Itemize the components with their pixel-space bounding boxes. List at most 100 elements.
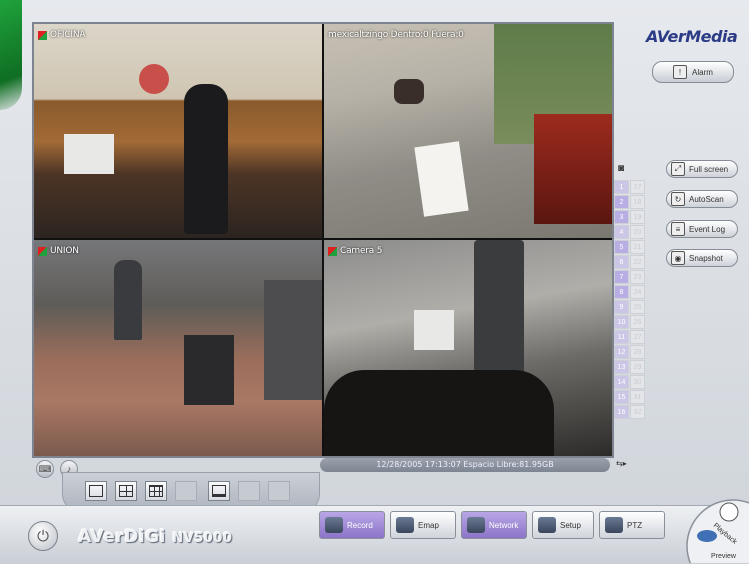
emap-button[interactable]: Emap — [390, 511, 456, 539]
channel-3-button[interactable]: 3 — [614, 210, 629, 224]
camera-view-oficina[interactable]: OFICINA — [34, 24, 322, 238]
channel-17-button[interactable]: 17 — [630, 180, 645, 194]
foam-object — [324, 370, 554, 456]
channel-12-button[interactable]: 12 — [614, 345, 629, 359]
playback-preview-switch[interactable]: Playback Preview — [683, 484, 749, 563]
alarm-icon: ! — [673, 65, 688, 79]
power-icon: ⏻ — [37, 527, 49, 545]
channel-2-button[interactable]: 2 — [614, 195, 629, 209]
ptz-icon — [605, 517, 623, 533]
setup-icon — [538, 517, 556, 533]
channel-5-button[interactable]: 5 — [614, 240, 629, 254]
layout-pip-button[interactable] — [208, 481, 230, 501]
motorcycle — [394, 79, 424, 104]
chair-object — [184, 335, 234, 405]
product-name: AVerDiGi — [78, 527, 166, 547]
person-silhouette — [184, 84, 228, 234]
event-log-icon: ≡ — [671, 222, 685, 236]
camera-status-icon — [328, 246, 337, 256]
layout-1-button[interactable] — [85, 481, 107, 501]
autoscan-label: AutoScan — [689, 194, 724, 204]
full-screen-button[interactable]: ⤢ Full screen — [666, 160, 738, 178]
ptz-label: PTZ — [627, 520, 643, 530]
power-button[interactable]: ⏻ — [28, 521, 58, 551]
channel-13-button[interactable]: 13 — [614, 360, 629, 374]
channel-11-button[interactable]: 11 — [614, 330, 629, 344]
channel-23-button[interactable]: 23 — [630, 270, 645, 284]
channel-8-button[interactable]: 8 — [614, 285, 629, 299]
layout-pip-icon — [212, 485, 226, 497]
layout-13-button[interactable] — [238, 481, 260, 501]
channel-10-button[interactable]: 10 — [614, 315, 629, 329]
record-label: Record — [347, 520, 373, 530]
channel-22-button[interactable]: 22 — [630, 255, 645, 269]
channel-29-button[interactable]: 29 — [630, 360, 645, 374]
full-screen-icon: ⤢ — [671, 162, 685, 176]
emap-icon — [396, 517, 414, 533]
snapshot-button[interactable]: ◉ Snapshot — [666, 249, 738, 267]
paper-object — [414, 310, 454, 350]
camera-view-mexicaltzingo[interactable]: mexicaltzingo Dentro:0 Fuera:0 — [324, 24, 612, 238]
channel-16-button[interactable]: 16 — [614, 405, 629, 419]
channel-21-button[interactable]: 21 — [630, 240, 645, 254]
video-grid: OFICINA mexicaltzingo Dentro:0 Fuera:0 U… — [32, 22, 614, 458]
camera-view-union[interactable]: UNION — [34, 240, 322, 456]
channel-4-button[interactable]: 4 — [614, 225, 629, 239]
channel-20-button[interactable]: 20 — [630, 225, 645, 239]
film-reel-icon — [719, 502, 739, 522]
event-log-button[interactable]: ≡ Event Log — [666, 220, 738, 238]
layout-quad-icon — [119, 485, 133, 497]
camera-view-camera-5[interactable]: Camera 5 — [324, 240, 612, 456]
network-label: Network — [489, 520, 519, 530]
channel-27-button[interactable]: 27 — [630, 330, 645, 344]
channel-19-button[interactable]: 19 — [630, 210, 645, 224]
ptz-button[interactable]: PTZ — [599, 511, 665, 539]
camera-icon: ◙ — [618, 163, 625, 174]
setup-button[interactable]: Setup — [532, 511, 594, 539]
alarm-label: Alarm — [692, 67, 713, 77]
snapshot-icon: ◉ — [671, 251, 685, 265]
channel-24-button[interactable]: 24 — [630, 285, 645, 299]
event-log-label: Event Log — [689, 224, 726, 234]
layout-nine-icon — [149, 485, 163, 497]
channel-14-button[interactable]: 14 — [614, 375, 629, 389]
ptz-toggle-icon[interactable]: ⇆▸ — [616, 459, 646, 473]
channel-7-button[interactable]: 7 — [614, 270, 629, 284]
network-icon — [467, 517, 485, 533]
person-silhouette — [114, 260, 142, 340]
eye-icon — [697, 530, 717, 542]
channel-15-button[interactable]: 15 — [614, 390, 629, 404]
sign-board — [414, 141, 469, 217]
status-bar: 12/28/2005 17:13:07 Espacio Libre:81.95G… — [320, 458, 610, 472]
channel-18-button[interactable]: 18 — [630, 195, 645, 209]
layout-10-button[interactable] — [268, 481, 290, 501]
layout-4-button[interactable] — [115, 481, 137, 501]
emap-label: Emap — [418, 520, 439, 530]
camera-label: mexicaltzingo Dentro:0 Fuera:0 — [328, 30, 464, 40]
autoscan-button[interactable]: ↻ AutoScan — [666, 190, 738, 208]
channel-28-button[interactable]: 28 — [630, 345, 645, 359]
full-screen-label: Full screen — [689, 164, 729, 174]
layout-9-button[interactable] — [145, 481, 167, 501]
layout-16-button[interactable] — [175, 481, 197, 501]
channel-30-button[interactable]: 30 — [630, 375, 645, 389]
decorative-edge — [0, 0, 22, 110]
record-icon — [325, 517, 343, 533]
alarm-button[interactable]: ! Alarm — [652, 61, 734, 83]
layout-single-icon — [89, 485, 103, 497]
record-button[interactable]: Record — [319, 511, 385, 539]
channel-25-button[interactable]: 25 — [630, 300, 645, 314]
keyboard-icon[interactable]: ⌨ — [36, 460, 54, 478]
camera-status-icon — [38, 30, 47, 40]
channel-26-button[interactable]: 26 — [630, 315, 645, 329]
preview-label: Preview — [711, 553, 737, 560]
product-model: NV5000 — [172, 531, 233, 546]
avermedia-logo: AVerMedia — [646, 27, 738, 46]
channel-32-button[interactable]: 32 — [630, 405, 645, 419]
channel-31-button[interactable]: 31 — [630, 390, 645, 404]
network-button[interactable]: Network — [461, 511, 527, 539]
channel-1-button[interactable]: 1 — [614, 180, 629, 194]
camera-label: OFICINA — [38, 30, 86, 40]
channel-9-button[interactable]: 9 — [614, 300, 629, 314]
channel-6-button[interactable]: 6 — [614, 255, 629, 269]
